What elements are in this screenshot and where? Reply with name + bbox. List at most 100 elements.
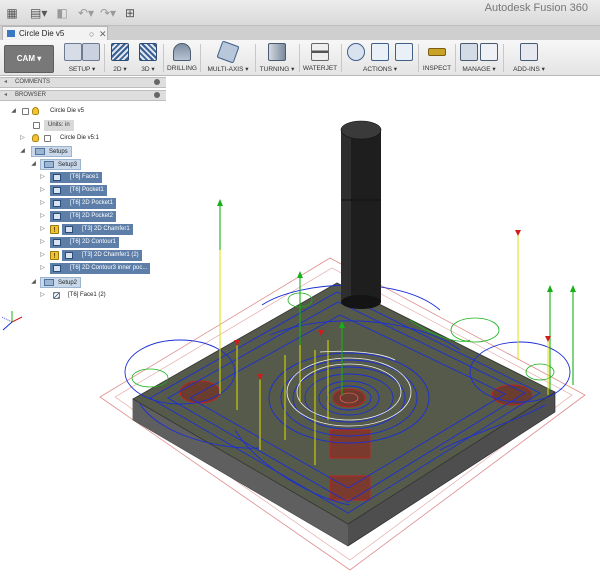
- expand-toggle-icon[interactable]: ▷: [39, 224, 46, 235]
- 3d-toolpath-icon: [139, 43, 157, 61]
- expand-toggle-icon[interactable]: ▷: [39, 290, 46, 301]
- operation-row[interactable]: ▷ [T6] 2D Pocket1: [0, 198, 170, 209]
- ribbon-label-3d: 3D ▾: [141, 66, 155, 73]
- tool-library-icon: [460, 43, 478, 61]
- operation-label: [T6] 2D Contour3 inner poc...: [50, 263, 151, 274]
- operation-row[interactable]: ▷ [T6] Face1: [0, 172, 170, 183]
- document-tab-bar: Circle Die v5 ○ ✕: [0, 26, 600, 40]
- warning-icon: !: [50, 251, 59, 260]
- tree-root-label: Circle Die v5: [50, 108, 85, 114]
- ribbon-group-inspect[interactable]: INSPECT: [420, 40, 454, 76]
- operation-label: [T6] 2D Contour1: [50, 237, 120, 248]
- ribbon-group-setup[interactable]: SETUP ▾: [60, 40, 104, 76]
- ribbon-group-waterjet[interactable]: WATERJET: [300, 40, 340, 76]
- tree-node-root[interactable]: ◢ Circle Die v5: [0, 106, 170, 117]
- tree-node-setup2[interactable]: ◢ Setup2: [0, 277, 170, 288]
- ribbon-group-add-ins[interactable]: ADD-INS ▾: [505, 40, 553, 76]
- collapse-arrow-icon[interactable]: ◂: [4, 78, 7, 87]
- operation-row[interactable]: ▷ ! [T3] 2D Chamfer1: [0, 224, 170, 235]
- expand-toggle-icon[interactable]: ◢: [30, 277, 37, 288]
- tree-node-component[interactable]: ▷ Circle Die v5:1: [0, 133, 170, 144]
- expand-toggle-icon[interactable]: ▷: [39, 211, 46, 222]
- tree-node-setup3[interactable]: ◢ Setup3: [0, 159, 170, 170]
- 2d-pocket-op-icon: [53, 200, 61, 207]
- units-label: Units: in: [44, 120, 74, 131]
- setup-icon: [64, 43, 82, 61]
- expand-toggle-icon[interactable]: ▷: [39, 172, 46, 183]
- pocket-op-icon: [53, 187, 61, 194]
- chamfer-op-icon: [65, 226, 73, 233]
- operation-row[interactable]: ▷ [T6] 2D Contour1: [0, 237, 170, 248]
- ribbon-group-2d[interactable]: 2D ▾: [106, 40, 134, 76]
- browser-options-icon[interactable]: [154, 92, 160, 98]
- lightbulb-icon[interactable]: [32, 134, 39, 142]
- expand-toggle-icon[interactable]: ▷: [39, 185, 46, 196]
- browser-panel-header[interactable]: ◂ BROWSER: [0, 90, 166, 101]
- drill-icon: [173, 43, 191, 61]
- multi-axis-icon: [216, 40, 240, 64]
- setup-sheet-icon: [395, 43, 413, 61]
- folder-icon: [82, 43, 100, 61]
- expand-toggle-icon[interactable]: ▷: [39, 237, 46, 248]
- browser-tree: ◢ Circle Die v5 Units: in ▷ Circle Die v…: [0, 103, 170, 303]
- expand-toggle-icon[interactable]: ▷: [39, 263, 46, 274]
- ribbon-group-turning[interactable]: TURNING ▾: [256, 40, 298, 76]
- ribbon-group-multi-axis[interactable]: MULTI-AXIS ▾: [202, 40, 254, 76]
- save-icon[interactable]: ◧: [56, 5, 68, 21]
- ribbon-group-drilling[interactable]: DRILLING: [164, 40, 200, 76]
- operation-label: [T6] 2D Pocket2: [50, 211, 117, 222]
- operation-row[interactable]: ▷ [T6] Face1 (2): [0, 290, 170, 301]
- visibility-icon[interactable]: [22, 108, 29, 115]
- comments-panel-header[interactable]: ◂ COMMENTS: [0, 77, 166, 88]
- setup2-label: Setup2: [40, 277, 82, 288]
- contour-op-icon: [53, 239, 61, 246]
- expand-toggle-icon[interactable]: ◢: [19, 146, 26, 157]
- face-op-icon: [53, 174, 61, 181]
- expand-toggle-icon[interactable]: ▷: [19, 133, 26, 144]
- operation-row[interactable]: ▷ [T6] 2D Contour3 inner poc...: [0, 263, 170, 274]
- ribbon-label-manage: MANAGE ▾: [462, 66, 496, 73]
- setup-icon: [44, 279, 54, 286]
- component-icon: [44, 135, 51, 142]
- file-menu-icon[interactable]: ▤▾: [30, 5, 47, 21]
- operation-row[interactable]: ▷ [T6] Pocket1: [0, 185, 170, 196]
- ribbon-group-manage[interactable]: MANAGE ▾: [456, 40, 502, 76]
- units-icon: [33, 122, 40, 129]
- comments-add-icon[interactable]: [154, 79, 160, 85]
- expand-toggle-icon[interactable]: ▷: [39, 250, 46, 261]
- setup3-label: Setup3: [40, 159, 82, 170]
- undo-icon[interactable]: ↶▾: [78, 5, 94, 21]
- workspace-switcher-button[interactable]: CAM ▾: [4, 45, 54, 73]
- tree-node-units[interactable]: Units: in: [0, 120, 170, 131]
- tree-node-setups[interactable]: ◢ Setups: [0, 146, 170, 157]
- axis-triad-icon[interactable]: [0, 308, 24, 334]
- operation-row[interactable]: ▷ [T6] 2D Pocket2: [0, 211, 170, 222]
- document-tab[interactable]: Circle Die v5 ○ ✕: [2, 26, 108, 40]
- app-title: Autodesk Fusion 360: [484, 2, 588, 14]
- ribbon-group-3d[interactable]: 3D ▾: [134, 40, 162, 76]
- chamfer-op-icon: [65, 252, 73, 259]
- operation-label: [T3] 2D Chamfer1 (2): [62, 250, 142, 261]
- operation-label: [T6] Face1 (2): [68, 292, 106, 298]
- operation-row[interactable]: ▷ ! [T3] 2D Chamfer1 (2): [0, 250, 170, 261]
- lightbulb-icon[interactable]: [32, 107, 39, 115]
- ribbon-label-multi-axis: MULTI-AXIS ▾: [207, 66, 249, 73]
- face-op-icon: [53, 292, 60, 299]
- expand-toggle-icon[interactable]: ◢: [10, 106, 17, 117]
- ribbon-label-2d: 2D ▾: [113, 66, 127, 73]
- 2d-pocket-op-icon: [53, 213, 61, 220]
- add-ins-icon: [520, 43, 538, 61]
- redo-icon[interactable]: ↷▾: [100, 5, 116, 21]
- app-grid-icon[interactable]: ▦: [6, 5, 18, 21]
- collapse-arrow-icon[interactable]: ◂: [4, 91, 7, 100]
- expand-toggle-icon[interactable]: ▷: [39, 198, 46, 209]
- ribbon-group-actions[interactable]: ACTIONS ▾: [343, 40, 417, 76]
- data-panel-icon[interactable]: ⊞: [124, 5, 136, 21]
- template-icon: [480, 43, 498, 61]
- fusion-window: ▦ ▤▾ ◧ ↶▾ ↷▾ ⊞ Autodesk Fusion 360 Circl…: [0, 0, 600, 579]
- ribbon-label-inspect: INSPECT: [422, 65, 452, 72]
- operation-label: [T6] 2D Pocket1: [50, 198, 117, 209]
- expand-toggle-icon[interactable]: ◢: [30, 159, 37, 170]
- measure-icon: [428, 48, 446, 56]
- document-tab-label: Circle Die v5: [19, 29, 65, 38]
